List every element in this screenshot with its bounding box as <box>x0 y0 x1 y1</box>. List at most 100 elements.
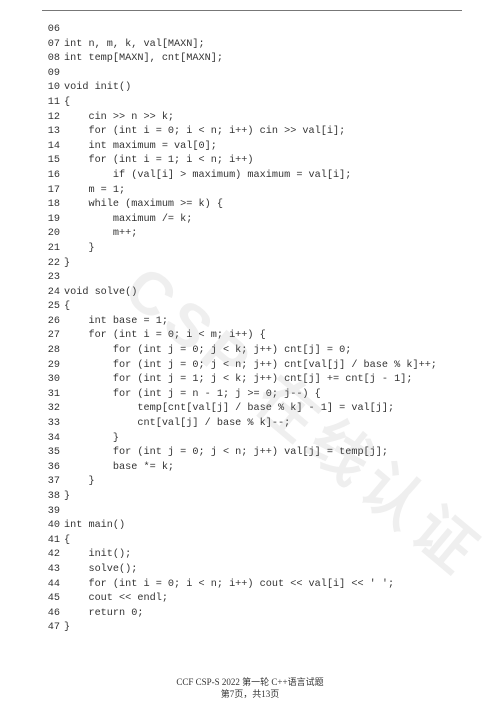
code-line: 14 int maximum = val[0]; <box>42 140 462 155</box>
code-line: 45 cout << endl; <box>42 592 462 607</box>
line-text: return 0; <box>64 608 143 619</box>
line-number: 07 <box>42 38 60 53</box>
line-text: for (int i = 0; i < n; i++) cout << val[… <box>64 579 394 590</box>
line-number: 18 <box>42 198 60 213</box>
line-text: int base = 1; <box>64 316 168 327</box>
line-text: init(); <box>64 549 131 560</box>
code-line: 21 } <box>42 242 462 257</box>
line-text: } <box>64 491 70 502</box>
line-text: m = 1; <box>64 185 125 196</box>
line-number: 08 <box>42 52 60 67</box>
line-text: { <box>64 535 70 546</box>
code-line: 33 cnt[val[j] / base % k]--; <box>42 417 462 432</box>
line-number: 35 <box>42 446 60 461</box>
line-number: 37 <box>42 475 60 490</box>
code-line: 28 for (int j = 0; j < k; j++) cnt[j] = … <box>42 344 462 359</box>
code-line: 08int temp[MAXN], cnt[MAXN]; <box>42 52 462 67</box>
line-number: 40 <box>42 519 60 534</box>
code-line: 10void init() <box>42 81 462 96</box>
line-number: 46 <box>42 607 60 622</box>
code-line: 29 for (int j = 0; j < n; j++) cnt[val[j… <box>42 359 462 374</box>
line-number: 22 <box>42 257 60 272</box>
line-text: void solve() <box>64 287 137 298</box>
line-number: 36 <box>42 461 60 476</box>
line-text: for (int i = 0; i < m; i++) { <box>64 330 266 341</box>
line-number: 11 <box>42 96 60 111</box>
code-line: 47} <box>42 621 462 636</box>
line-text: for (int i = 1; i < n; i++) <box>64 155 254 166</box>
line-number: 26 <box>42 315 60 330</box>
line-text: solve(); <box>64 564 137 575</box>
code-line: 20 m++; <box>42 227 462 242</box>
top-rule <box>42 10 462 11</box>
line-text: cin >> n >> k; <box>64 112 174 123</box>
line-number: 38 <box>42 490 60 505</box>
line-number: 24 <box>42 286 60 301</box>
line-number: 25 <box>42 300 60 315</box>
code-line: 09 <box>42 67 462 82</box>
line-number: 28 <box>42 344 60 359</box>
code-line: 06 <box>42 23 462 38</box>
code-line: 18 while (maximum >= k) { <box>42 198 462 213</box>
code-line: 19 maximum /= k; <box>42 213 462 228</box>
code-line: 27 for (int i = 0; i < m; i++) { <box>42 329 462 344</box>
line-text: for (int j = 0; j < n; j++) val[j] = tem… <box>64 447 388 458</box>
line-number: 10 <box>42 81 60 96</box>
line-number: 32 <box>42 402 60 417</box>
code-line: 42 init(); <box>42 548 462 563</box>
line-number: 19 <box>42 213 60 228</box>
code-line: 38} <box>42 490 462 505</box>
line-text: } <box>64 476 95 487</box>
code-line: 44 for (int i = 0; i < n; i++) cout << v… <box>42 578 462 593</box>
code-line: 26 int base = 1; <box>42 315 462 330</box>
page-footer: CCF CSP-S 2022 第一轮 C++语言试题 第7页，共13页 <box>0 676 500 700</box>
line-text: int n, m, k, val[MAXN]; <box>64 39 205 50</box>
code-line: 40 int main() <box>42 519 462 534</box>
line-number: 45 <box>42 592 60 607</box>
code-line: 43 solve(); <box>42 563 462 578</box>
line-number: 16 <box>42 169 60 184</box>
line-number: 27 <box>42 329 60 344</box>
line-number: 17 <box>42 184 60 199</box>
line-text: int maximum = val[0]; <box>64 141 217 152</box>
line-number: 09 <box>42 67 60 82</box>
line-number: 43 <box>42 563 60 578</box>
code-line: 37 } <box>42 475 462 490</box>
line-text: cout << endl; <box>64 593 168 604</box>
code-line: 11{ <box>42 96 462 111</box>
line-number: 41 <box>42 534 60 549</box>
line-text: maximum /= k; <box>64 214 192 225</box>
line-text: cnt[val[j] / base % k]--; <box>64 418 290 429</box>
line-number: 13 <box>42 125 60 140</box>
code-line: 39 <box>42 505 462 520</box>
line-number: 30 <box>42 373 60 388</box>
line-text: } <box>64 622 70 633</box>
line-number: 47 <box>42 621 60 636</box>
line-number: 12 <box>42 111 60 126</box>
line-text: int main() <box>64 520 125 531</box>
line-text: while (maximum >= k) { <box>64 199 223 210</box>
code-line: 36 base *= k; <box>42 461 462 476</box>
code-line: 35 for (int j = 0; j < n; j++) val[j] = … <box>42 446 462 461</box>
code-line: 13 for (int i = 0; i < n; i++) cin >> va… <box>42 125 462 140</box>
code-line: 41 { <box>42 534 462 549</box>
line-number: 31 <box>42 388 60 403</box>
line-text: for (int j = 0; j < n; j++) cnt[val[j] /… <box>64 360 437 371</box>
code-line: 31 for (int j = n - 1; j >= 0; j--) { <box>42 388 462 403</box>
page: CSP 在线认证 0607int n, m, k, val[MAXN];08in… <box>0 0 500 710</box>
line-number: 29 <box>42 359 60 374</box>
line-number: 06 <box>42 23 60 38</box>
code-line: 16 if (val[i] > maximum) maximum = val[i… <box>42 169 462 184</box>
code-line: 07 int n, m, k, val[MAXN]; <box>42 38 462 53</box>
line-text: } <box>64 258 70 269</box>
line-number: 20 <box>42 227 60 242</box>
footer-page: 第7页，共13页 <box>0 688 500 700</box>
code-line: 30 for (int j = 1; j < k; j++) cnt[j] +=… <box>42 373 462 388</box>
line-text: m++; <box>64 228 137 239</box>
line-text: for (int j = 0; j < k; j++) cnt[j] = 0; <box>64 345 351 356</box>
line-text: base *= k; <box>64 462 174 473</box>
code-line: 22} <box>42 257 462 272</box>
line-number: 44 <box>42 578 60 593</box>
line-text: for (int i = 0; i < n; i++) cin >> val[i… <box>64 126 345 137</box>
code-line: 24 void solve() <box>42 286 462 301</box>
